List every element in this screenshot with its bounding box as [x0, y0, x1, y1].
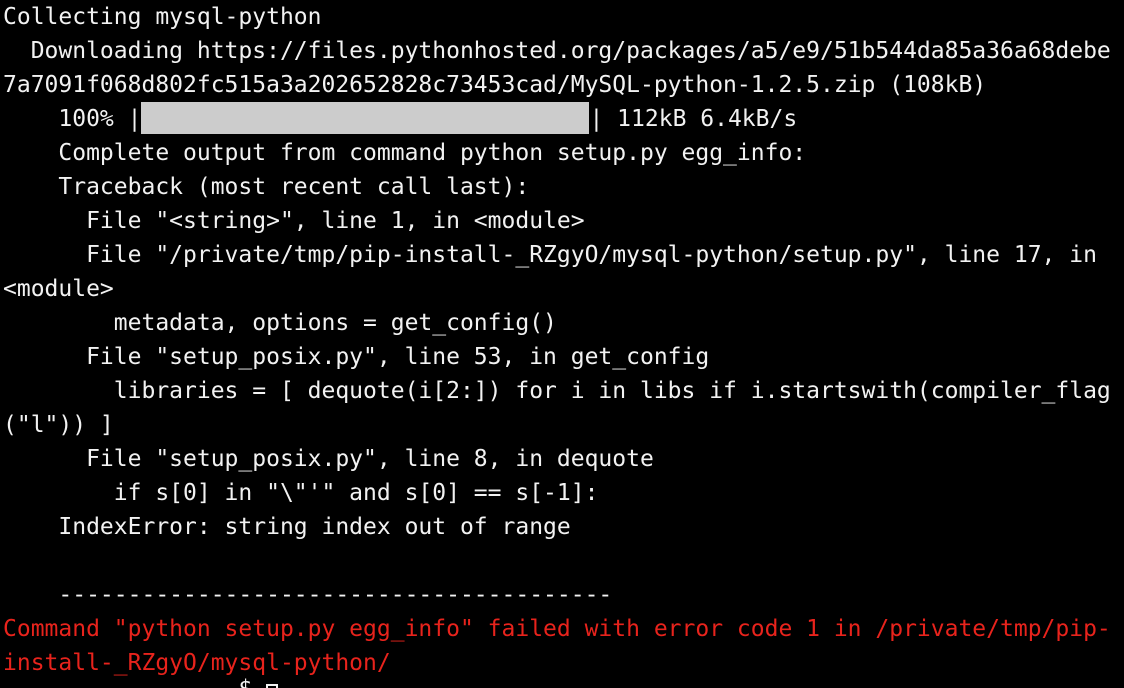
progress-stats: | 112kB 6.4kB/s — [589, 106, 798, 132]
output-line: IndexError: string index out of range — [3, 514, 571, 540]
output-line: ("l")) ] — [3, 412, 114, 438]
progress-percent-label: 100% | — [3, 106, 142, 132]
separator-line: ---------------------------------------- — [3, 582, 613, 608]
output-line: Complete output from command python setu… — [3, 140, 807, 166]
error-line: Command "python setup.py egg_info" faile… — [3, 616, 1111, 642]
output-line: Traceback (most recent call last): — [3, 174, 530, 200]
output-line: File "setup_posix.py", line 8, in dequot… — [3, 446, 654, 472]
progress-line: 100% | | 112kB 6.4kB/s — [3, 101, 1124, 136]
progress-bar — [141, 101, 590, 134]
output-line: metadata, options = get_config() — [3, 310, 557, 336]
output-line: File "setup_posix.py", line 53, in get_c… — [3, 344, 710, 370]
prompt-text: $ — [3, 676, 266, 688]
output-line: 7a7091f068d802fc515a3a202652828c73453cad… — [3, 72, 987, 98]
output-line: Collecting mysql-python — [3, 4, 322, 30]
output-line: File "<string>", line 1, in <module> — [3, 208, 585, 234]
output-line: Downloading https://files.pythonhosted.o… — [3, 38, 1111, 64]
output-line: if s[0] in "\"'" and s[0] == s[-1]: — [3, 480, 599, 506]
terminal-output[interactable]: Collecting mysql-python Downloading http… — [3, 0, 1124, 688]
cursor-block — [266, 684, 279, 688]
output-line: <module> — [3, 276, 114, 302]
shell-prompt[interactable]: $ — [3, 672, 1124, 688]
output-line: libraries = [ dequote(i[2:]) for i in li… — [3, 378, 1111, 404]
output-line: File "/private/tmp/pip-install-_RZgyO/my… — [3, 242, 1097, 268]
